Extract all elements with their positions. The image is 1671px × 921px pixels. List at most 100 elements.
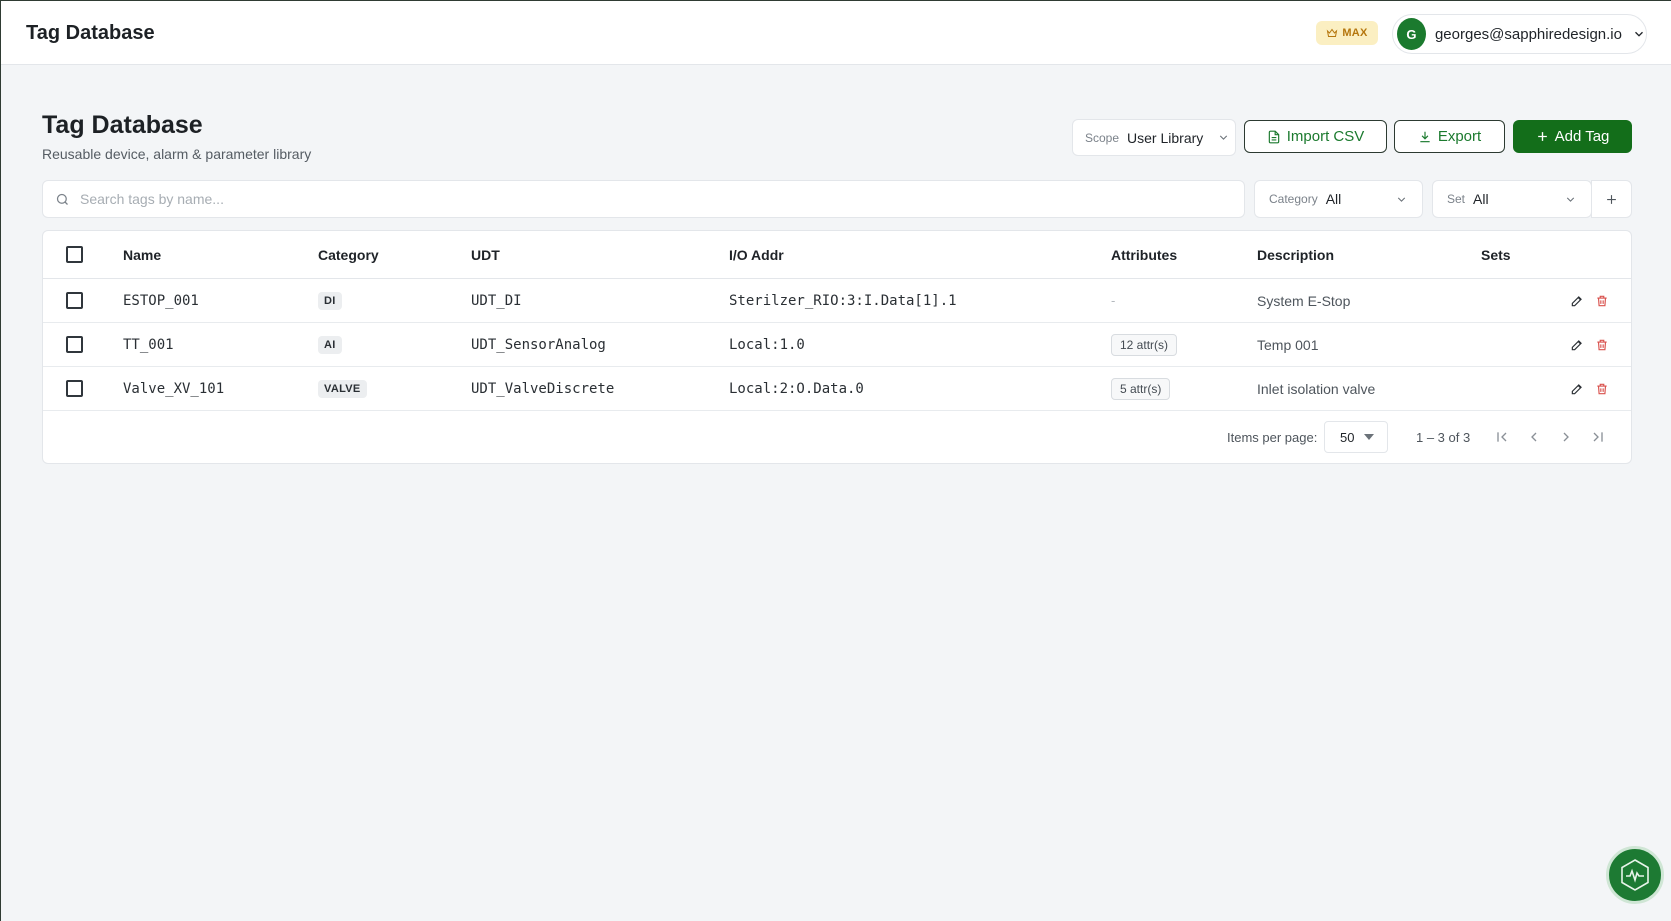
last-page-button[interactable] <box>1590 411 1606 463</box>
chevron-left-icon <box>1526 429 1542 445</box>
description-value: System E-Stop <box>1257 292 1351 309</box>
import-csv-button[interactable]: Import CSV <box>1244 120 1387 153</box>
edit-icon[interactable] <box>1567 379 1587 399</box>
attributes-chip[interactable]: 12 attr(s) <box>1111 333 1178 356</box>
items-per-page-cell: 50 <box>1324 411 1388 463</box>
select-all-cell <box>66 231 83 278</box>
assistant-button[interactable] <box>1606 846 1664 904</box>
crown-icon <box>1326 27 1338 39</box>
export-label: Export <box>1437 128 1482 145</box>
plus-icon <box>1604 192 1619 207</box>
udt-value: UDT_SensorAnalog <box>471 336 606 353</box>
set-filter-value: All <box>1473 191 1489 207</box>
scope-select[interactable]: Scope User Library <box>1072 119 1236 156</box>
category-chip: VALVE <box>318 379 367 398</box>
plan-badge: MAX <box>1316 21 1378 45</box>
category-chip: AI <box>318 335 342 354</box>
page-title: Tag Database <box>42 111 203 139</box>
table-row[interactable]: Valve_XV_101 VALVE UDT_ValveDiscrete Loc… <box>43 367 1631 411</box>
items-per-page-label: Items per page: <box>1227 429 1318 445</box>
pagination-bar: Items per page: 50 1 – 3 of 3 <box>43 411 1631 463</box>
attributes-chip[interactable]: 5 attr(s) <box>1111 377 1171 400</box>
description-value: Temp 001 <box>1257 336 1319 353</box>
row-actions <box>1567 279 1612 322</box>
set-filter-label: Set <box>1447 192 1466 206</box>
row-actions <box>1567 367 1612 410</box>
category-cell: DI <box>318 279 342 322</box>
plan-badge-label: MAX <box>1342 27 1368 39</box>
user-email: georges@sapphiredesign.io <box>1434 25 1622 43</box>
import-csv-label: Import CSV <box>1286 128 1365 145</box>
column-header-sets[interactable]: Sets <box>1481 231 1511 278</box>
caret-down-icon <box>1364 434 1375 440</box>
export-button[interactable]: Export <box>1394 120 1505 153</box>
category-chip: DI <box>318 291 342 310</box>
delete-icon[interactable] <box>1592 291 1612 311</box>
attributes-cell: 12 attr(s) <box>1111 323 1178 366</box>
category-filter-value: All <box>1325 191 1342 207</box>
tag-name: Valve_XV_101 <box>123 380 225 397</box>
search-input[interactable] <box>80 191 1180 207</box>
delete-icon[interactable] <box>1592 335 1612 355</box>
select-all-checkbox[interactable] <box>66 246 83 263</box>
io-addr-value: Local:1.0 <box>729 336 805 353</box>
row-checkbox[interactable] <box>66 292 83 309</box>
avatar: G <box>1397 18 1426 50</box>
column-header-name[interactable]: Name <box>123 231 161 278</box>
chevron-down-icon <box>1632 27 1646 41</box>
tag-name: ESTOP_001 <box>123 292 199 309</box>
page-subtitle: Reusable device, alarm & parameter libra… <box>42 146 312 162</box>
page-range: 1 – 3 of 3 <box>1416 429 1471 445</box>
attributes-empty: - <box>1111 293 1116 308</box>
tag-table: Name Category UDT I/O Addr Attributes De… <box>42 230 1632 464</box>
last-page-icon <box>1590 429 1606 445</box>
row-select-cell <box>66 279 83 322</box>
first-page-button[interactable] <box>1494 411 1510 463</box>
category-cell: VALVE <box>318 367 367 410</box>
items-per-page-select[interactable]: 50 <box>1324 421 1388 453</box>
udt-value: UDT_ValveDiscrete <box>471 380 615 397</box>
scope-value: User Library <box>1127 129 1204 146</box>
category-filter-label: Category <box>1269 192 1318 206</box>
plus-icon <box>1536 130 1549 143</box>
io-addr-value: Local:2:O.Data.0 <box>729 380 864 397</box>
waveform-hex-icon <box>1618 858 1652 892</box>
table-header-row: Name Category UDT I/O Addr Attributes De… <box>43 231 1631 279</box>
file-csv-icon <box>1267 130 1281 144</box>
column-header-attributes[interactable]: Attributes <box>1111 231 1177 278</box>
table-row[interactable]: ESTOP_001 DI UDT_DI Sterilzer_RIO:3:I.Da… <box>43 279 1631 323</box>
chevron-down-icon <box>1217 131 1230 144</box>
add-set-button[interactable] <box>1591 180 1632 218</box>
description-value: Inlet isolation valve <box>1257 380 1376 397</box>
attributes-cell: 5 attr(s) <box>1111 367 1171 410</box>
chevron-down-icon <box>1395 193 1408 206</box>
user-menu[interactable]: G georges@sapphiredesign.io <box>1392 14 1647 54</box>
column-header-description[interactable]: Description <box>1257 231 1334 278</box>
delete-icon[interactable] <box>1592 379 1612 399</box>
category-filter[interactable]: Category All <box>1254 180 1423 218</box>
column-header-io-addr[interactable]: I/O Addr <box>729 231 784 278</box>
edit-icon[interactable] <box>1567 335 1587 355</box>
chevron-right-icon <box>1558 429 1574 445</box>
category-cell: AI <box>318 323 342 366</box>
search-box <box>42 180 1245 218</box>
column-header-category[interactable]: Category <box>318 231 379 278</box>
udt-value: UDT_DI <box>471 292 522 309</box>
edit-icon[interactable] <box>1567 291 1587 311</box>
app-title: Tag Database <box>26 22 155 44</box>
table-row[interactable]: TT_001 AI UDT_SensorAnalog Local:1.0 12 … <box>43 323 1631 367</box>
row-checkbox[interactable] <box>66 336 83 353</box>
prev-page-button[interactable] <box>1526 411 1542 463</box>
tag-name: TT_001 <box>123 336 174 353</box>
column-header-udt[interactable]: UDT <box>471 231 500 278</box>
scope-label: Scope <box>1085 130 1120 145</box>
chevron-down-icon <box>1564 193 1577 206</box>
row-select-cell <box>66 367 83 410</box>
next-page-button[interactable] <box>1558 411 1574 463</box>
top-bar: Tag Database MAX G georges@sapphiredesig… <box>1 1 1671 65</box>
items-per-page-value: 50 <box>1340 429 1355 445</box>
set-filter[interactable]: Set All <box>1432 180 1592 218</box>
row-checkbox[interactable] <box>66 380 83 397</box>
add-tag-button[interactable]: Add Tag <box>1513 120 1632 153</box>
download-icon <box>1418 130 1432 144</box>
